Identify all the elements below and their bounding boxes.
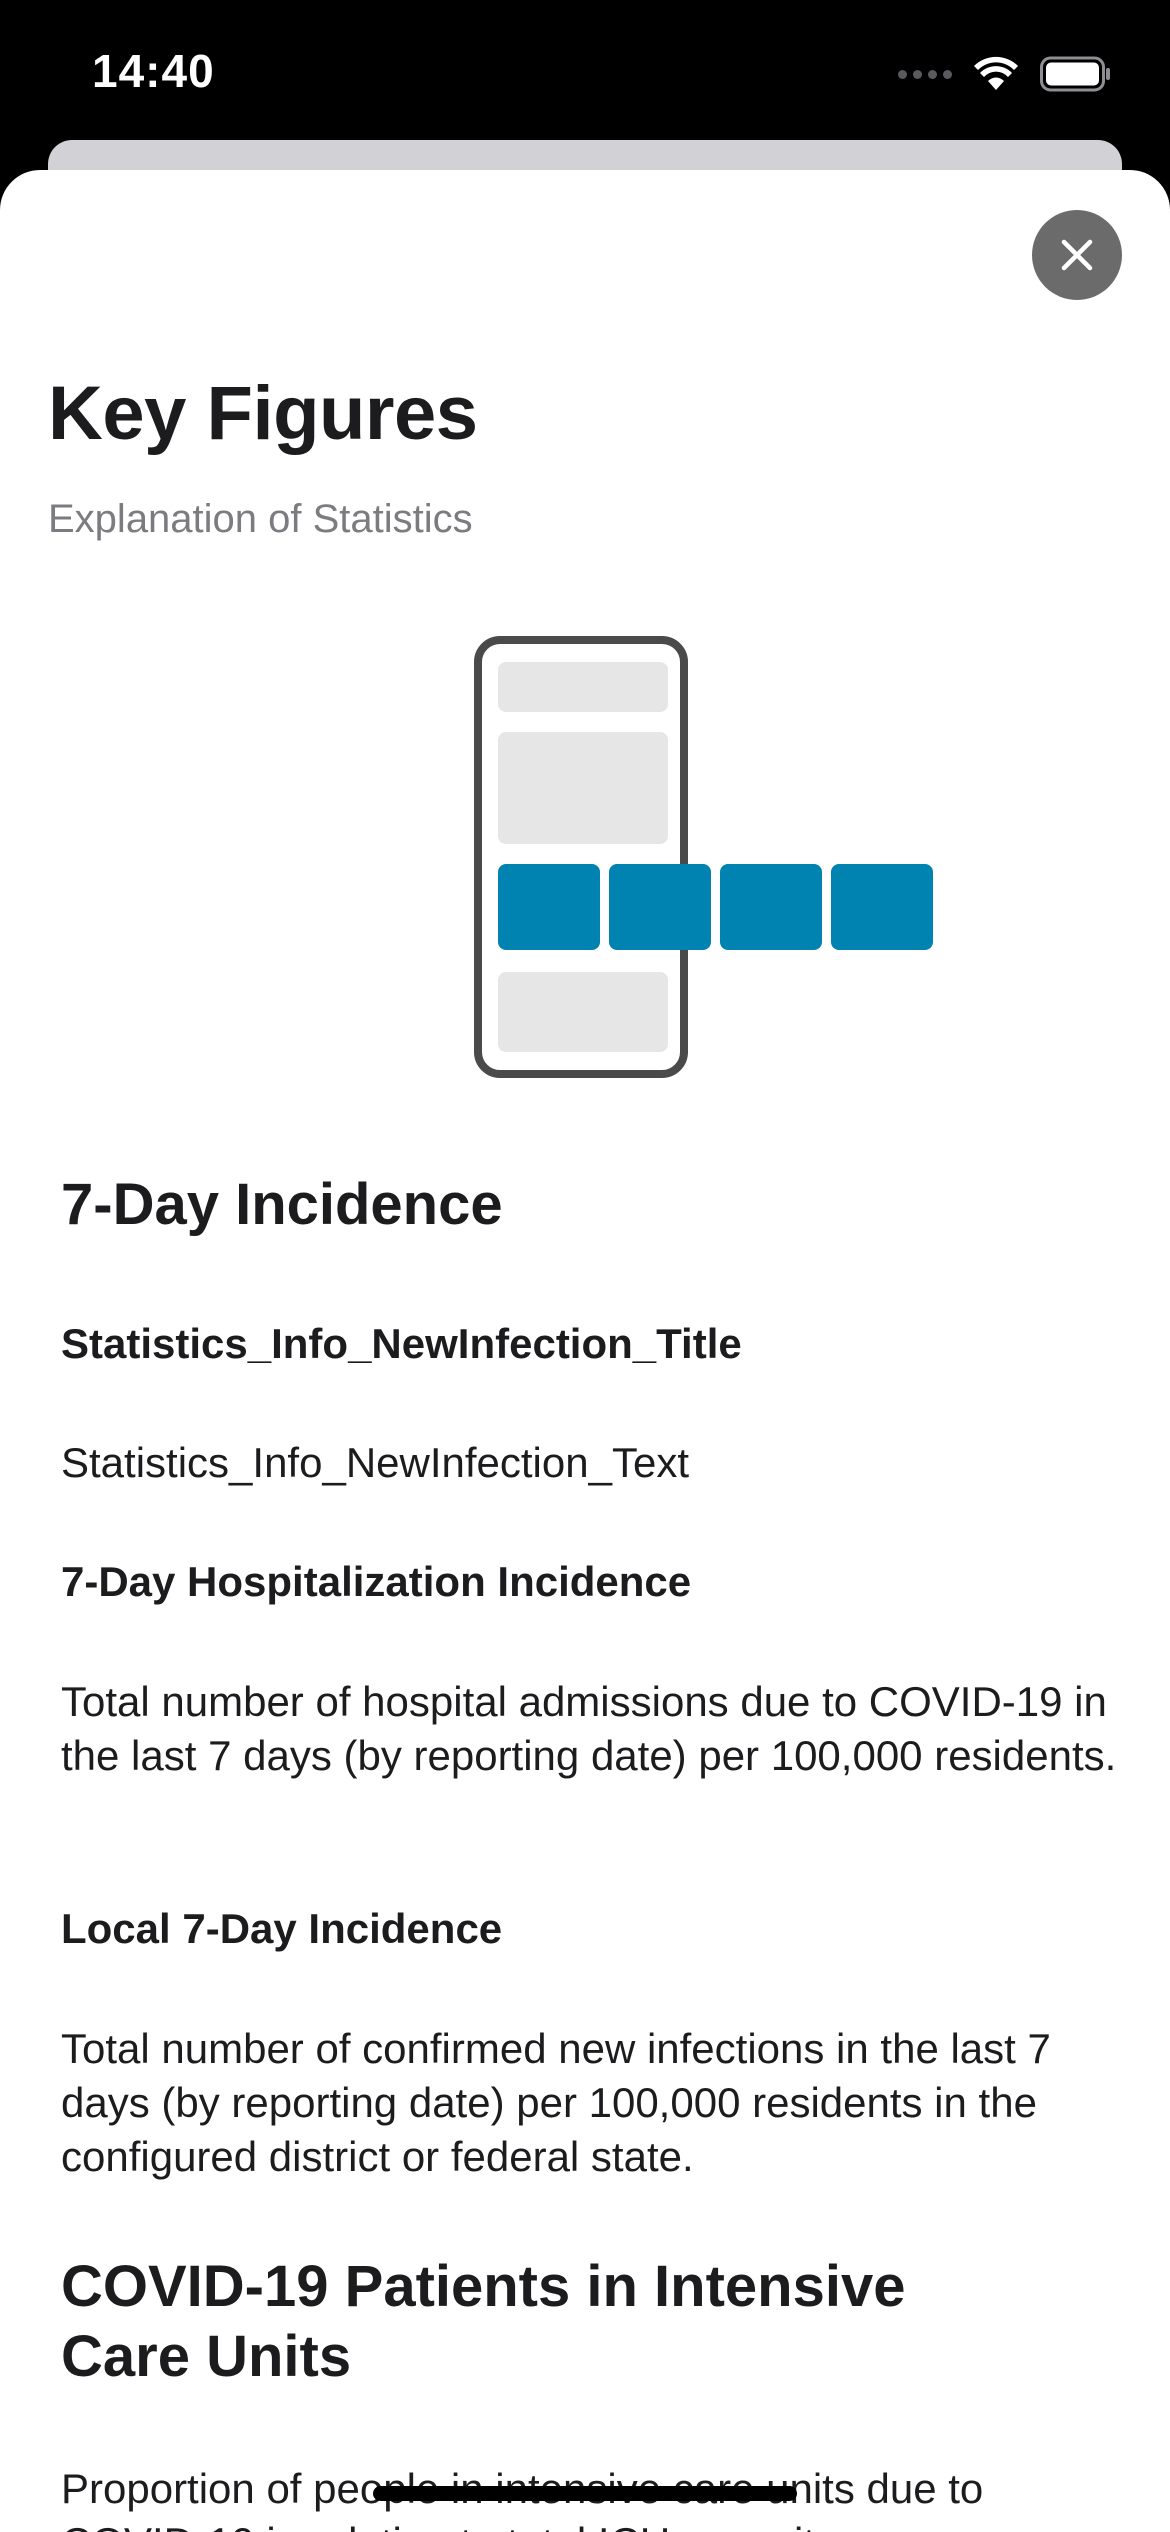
battery-icon (1040, 56, 1110, 92)
hospitalization-title: 7-Day Hospitalization Incidence (61, 1558, 692, 1605)
home-indicator[interactable] (373, 2486, 797, 2501)
local-incidence-title: Local 7-Day Incidence (61, 1905, 503, 1952)
close-button[interactable] (1032, 210, 1122, 300)
status-bar: 14:40 (0, 0, 1170, 145)
cellular-signal-icon (898, 69, 952, 79)
wifi-icon (974, 56, 1018, 90)
new-infection-text: Statistics_Info_NewInfection_Text (61, 1439, 689, 1486)
phone-with-cards-illustration (474, 636, 933, 1078)
close-icon (1061, 239, 1093, 271)
local-incidence-text: Total number of confirmed new infections… (61, 2025, 1051, 2180)
status-icons (898, 52, 1112, 96)
section-heading-incidence: 7-Day Incidence (61, 1172, 503, 1237)
key-figures-sheet: Key Figures Explanation of Statistics 7-… (0, 170, 1170, 2532)
section-heading-icu: COVID-19 Patients in Intensive Care Unit… (61, 2254, 906, 2389)
hospitalization-text: Total number of hospital admissions due … (61, 1678, 1117, 1779)
new-infection-title: Statistics_Info_NewInfection_Title (61, 1320, 742, 1367)
page-title: Key Figures (48, 371, 478, 456)
status-time: 14:40 (92, 45, 215, 97)
page-subtitle: Explanation of Statistics (48, 497, 473, 541)
